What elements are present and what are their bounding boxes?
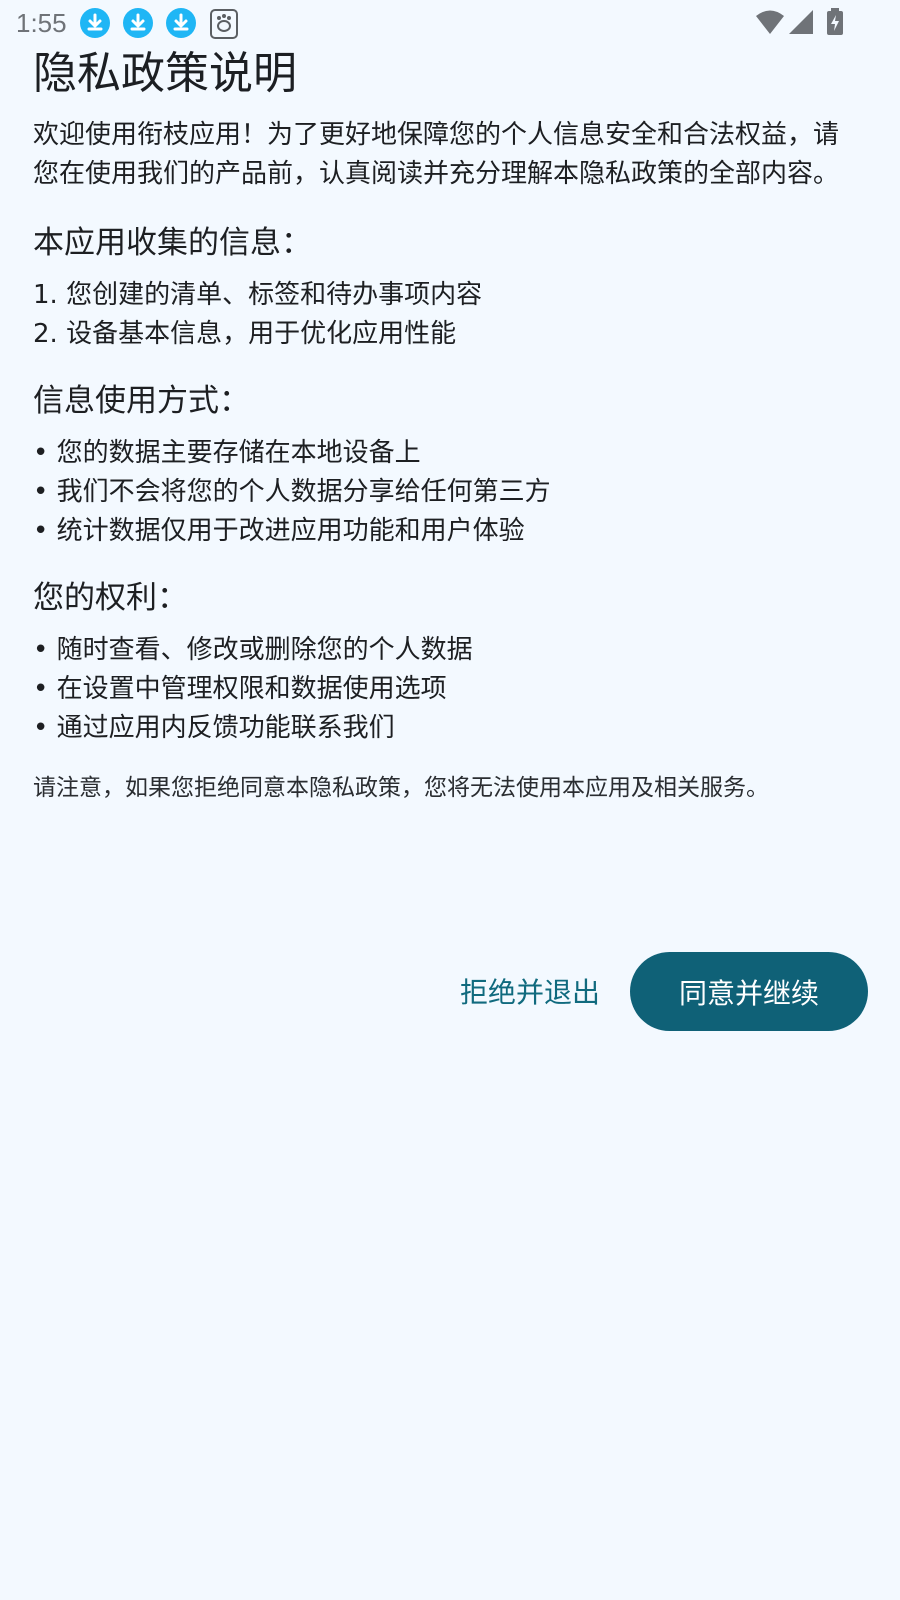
status-bar: 1:55 [0, 0, 900, 46]
section-heading-usage: 信息使用方式： [33, 383, 250, 419]
list-item: • 随时查看、修改或删除您的个人数据 [33, 635, 473, 665]
usage-list: • 您的数据主要存储在本地设备上 • 我们不会将您的个人数据分享给任何第三方 •… [33, 434, 853, 551]
section-heading-collected-info: 本应用收集的信息： [33, 225, 312, 261]
list-item: • 我们不会将您的个人数据分享给任何第三方 [33, 477, 551, 507]
rights-list: • 随时查看、修改或删除您的个人数据 • 在设置中管理权限和数据使用选项 • 通… [33, 631, 853, 748]
list-item: • 统计数据仅用于改进应用功能和用户体验 [33, 516, 525, 546]
page-title: 隐私政策说明 [33, 48, 297, 99]
list-item: 2. 设备基本信息，用于优化应用性能 [33, 319, 457, 349]
download-icon [123, 8, 153, 38]
list-item: • 通过应用内反馈功能联系我们 [33, 713, 395, 743]
wifi-icon [755, 8, 785, 40]
download-icon [166, 8, 196, 38]
notice-text: 请注意，如果您拒绝同意本隐私政策，您将无法使用本应用及相关服务。 [33, 775, 769, 801]
signal-icon [788, 8, 814, 40]
battery-charging-icon [826, 8, 844, 40]
section-heading-rights: 您的权利： [33, 580, 188, 616]
list-item: 1. 您创建的清单、标签和待办事项内容 [33, 280, 483, 310]
privacy-dialog: 隐私政策说明 欢迎使用衔枝应用！为了更好地保障您的个人信息安全和合法权益，请您在… [33, 46, 853, 806]
collected-info-list: 1. 您创建的清单、标签和待办事项内容 2. 设备基本信息，用于优化应用性能 [33, 276, 853, 354]
list-item: • 在设置中管理权限和数据使用选项 [33, 674, 447, 704]
baidu-icon [210, 9, 238, 39]
agree-and-continue-button[interactable]: 同意并继续 [630, 952, 868, 1031]
download-icon [80, 8, 110, 38]
list-item: • 您的数据主要存储在本地设备上 [33, 438, 421, 468]
decline-and-exit-button[interactable]: 拒绝并退出 [446, 952, 614, 1030]
status-time: 1:55 [16, 8, 67, 38]
intro-text: 欢迎使用衔枝应用！为了更好地保障您的个人信息安全和合法权益，请您在使用我们的产品… [33, 120, 840, 189]
